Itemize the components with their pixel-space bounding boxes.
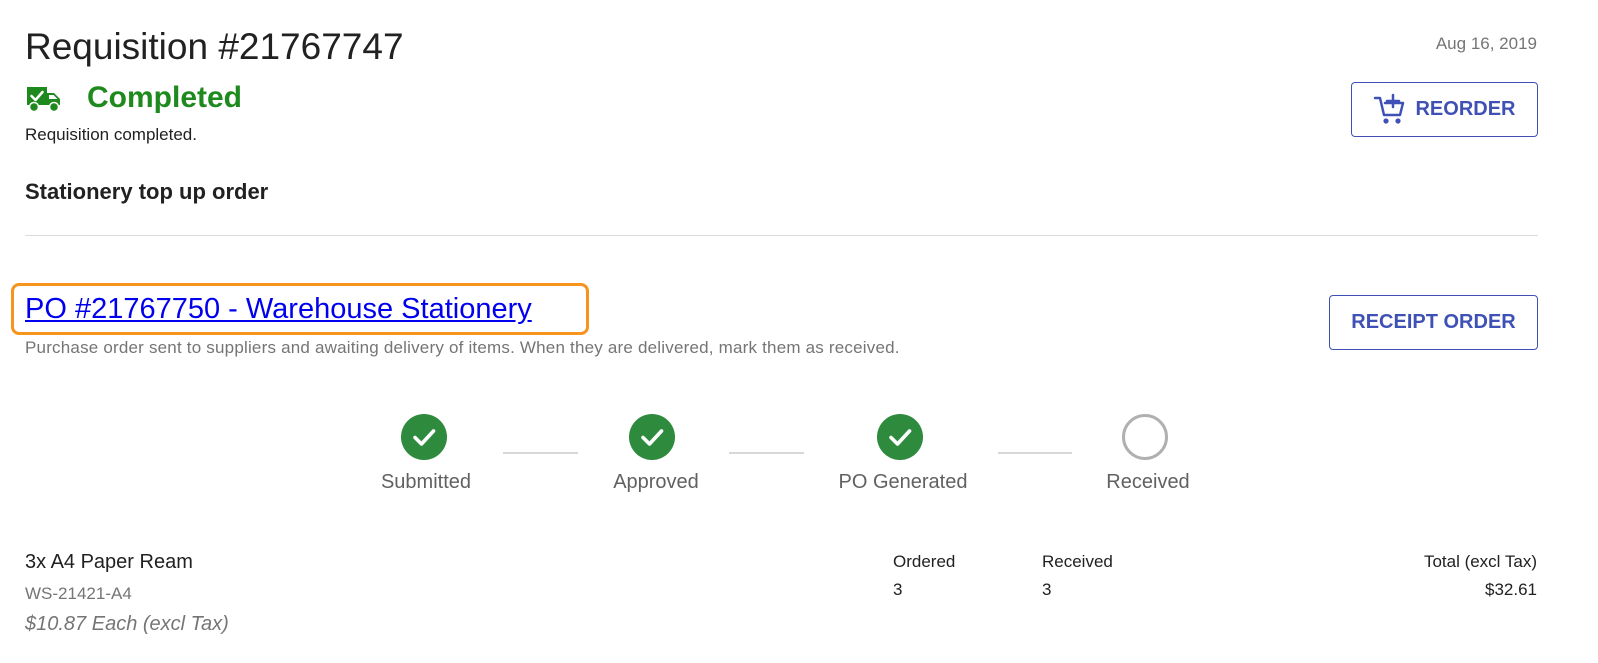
check-circle-icon xyxy=(877,414,923,460)
step-label-approved: Approved xyxy=(613,471,699,493)
line-item-name: 3x A4 Paper Ream xyxy=(25,551,193,573)
total-header: Total (excl Tax) xyxy=(1423,552,1537,571)
cart-plus-icon xyxy=(1373,93,1407,127)
check-circle-icon xyxy=(401,414,447,460)
requisition-page: Requisition #21767747 Aug 16, 2019 Compl… xyxy=(0,0,1598,663)
section-divider xyxy=(25,235,1538,236)
po-description: Purchase order sent to suppliers and awa… xyxy=(25,338,900,357)
status-row: Completed xyxy=(25,78,242,118)
status-description: Requisition completed. xyxy=(25,125,197,144)
received-header: Received xyxy=(1042,552,1113,571)
truck-check-icon xyxy=(25,83,63,113)
reorder-label: REORDER xyxy=(1415,98,1516,120)
check-circle-icon xyxy=(629,414,675,460)
received-value: 3 xyxy=(1042,580,1052,599)
total-value: $32.61 xyxy=(1485,580,1537,599)
step-label-submitted: Submitted xyxy=(380,471,472,493)
line-item-sku: WS-21421-A4 xyxy=(25,584,132,603)
requisition-date: Aug 16, 2019 xyxy=(1435,34,1537,53)
status-text: Completed xyxy=(87,81,243,114)
purchase-order-link[interactable]: PO #21767750 - Warehouse Stationery xyxy=(25,290,532,328)
requisition-title: Requisition #21767747 xyxy=(25,26,404,67)
step-connector xyxy=(998,452,1072,454)
requisition-name: Stationery top up order xyxy=(25,179,269,204)
empty-circle-icon xyxy=(1122,414,1168,460)
line-item-unit-price: $10.87 Each (excl Tax) xyxy=(25,613,229,635)
step-label-received: Received xyxy=(1106,471,1190,493)
step-connector xyxy=(503,452,578,454)
ordered-value: 3 xyxy=(893,580,903,599)
step-label-po-generated: PO Generated xyxy=(838,471,968,493)
receipt-order-button[interactable]: RECEIPT ORDER xyxy=(1329,295,1538,350)
ordered-header: Ordered xyxy=(893,552,956,571)
step-connector xyxy=(729,452,804,454)
reorder-button[interactable]: REORDER xyxy=(1351,82,1538,137)
